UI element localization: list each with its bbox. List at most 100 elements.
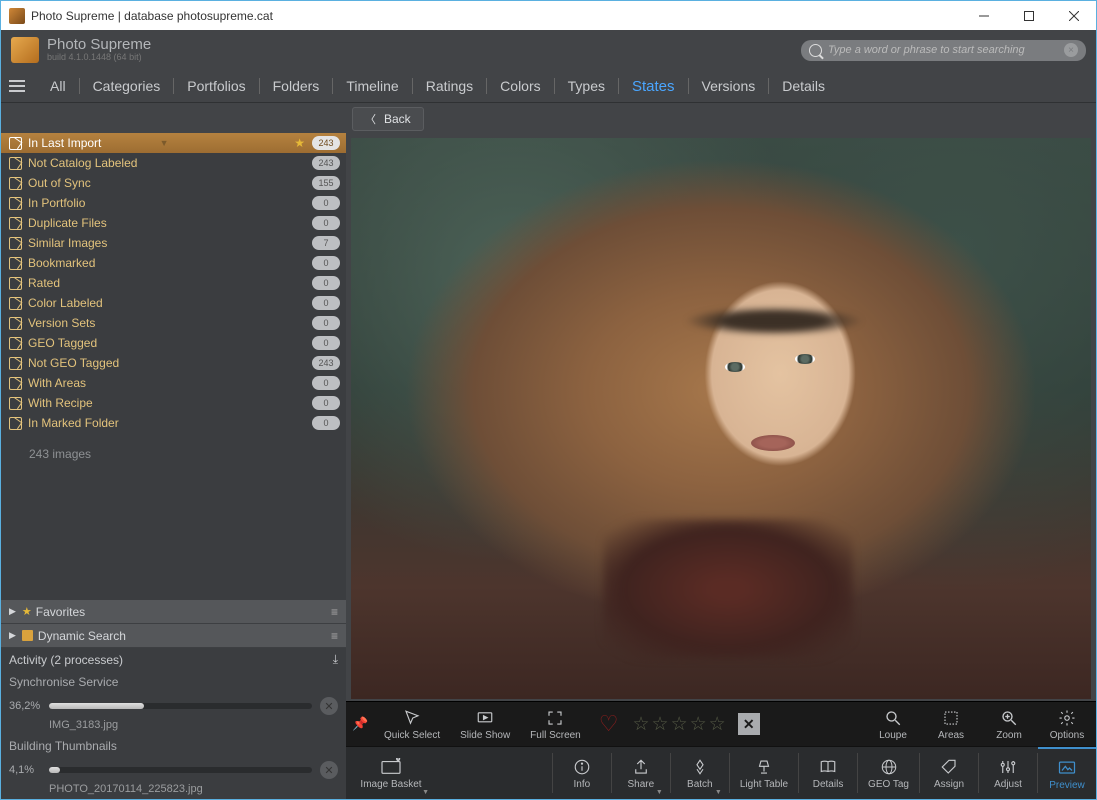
activity-file: IMG_3183.jpg (1, 719, 346, 735)
collapse-icon[interactable]: ⤓ (333, 652, 338, 667)
state-row[interactable]: In Last Import▼★243 (1, 133, 346, 153)
state-row[interactable]: Rated0 (1, 273, 346, 293)
state-row[interactable]: Not Catalog Labeled243 (1, 153, 346, 173)
menu-button[interactable] (9, 80, 25, 92)
checkbox-icon (9, 197, 22, 210)
preview-button[interactable]: Preview (1038, 747, 1096, 799)
loupe-button[interactable]: Loupe (864, 708, 922, 741)
state-count: 0 (312, 376, 340, 390)
back-label: Back (384, 112, 411, 126)
rating-stars[interactable]: ☆ ☆ ☆ ☆ ☆ (632, 713, 725, 736)
panel-menu-icon[interactable]: ≡ (331, 629, 338, 643)
checkbox-icon (9, 297, 22, 310)
state-row[interactable]: With Areas0 (1, 373, 346, 393)
activity-title: Synchronise Service (1, 671, 346, 693)
image-basket-button[interactable]: 0 Image Basket ▼ (346, 747, 436, 799)
reject-button[interactable]: ✕ (738, 713, 760, 735)
share-button[interactable]: Share ▼ (612, 747, 670, 799)
window-minimize-button[interactable] (961, 1, 1006, 30)
zoom-icon (1000, 708, 1018, 728)
tab-versions[interactable]: Versions (689, 70, 769, 102)
viewer-toolbar-bottom: 0 Image Basket ▼ Info (346, 746, 1096, 799)
panel-favorites[interactable]: ▶ ★ Favorites ≡ (1, 600, 346, 624)
panel-favorites-label: Favorites (36, 605, 85, 619)
back-button[interactable]: 〈 Back (352, 107, 424, 131)
star-2[interactable]: ☆ (652, 713, 669, 736)
state-row[interactable]: With Recipe0 (1, 393, 346, 413)
chevron-down-icon: ▼ (422, 789, 429, 796)
tab-colors[interactable]: Colors (487, 70, 553, 102)
window-close-button[interactable] (1051, 1, 1096, 30)
state-row[interactable]: Bookmarked0 (1, 253, 346, 273)
clear-search-icon[interactable]: × (1064, 43, 1078, 57)
search-input[interactable]: Type a word or phrase to start searching… (801, 40, 1086, 61)
tab-portfolios[interactable]: Portfolios (174, 70, 258, 102)
state-label: Bookmarked (28, 256, 168, 270)
image-viewer[interactable] (346, 134, 1096, 701)
state-row[interactable]: Out of Sync155 (1, 173, 346, 193)
state-row[interactable]: In Marked Folder0 (1, 413, 346, 433)
info-icon (573, 757, 591, 777)
full-screen-button[interactable]: Full Screen (520, 708, 591, 741)
slide-show-button[interactable]: Slide Show (450, 708, 520, 741)
state-list: In Last Import▼★243Not Catalog Labeled24… (1, 133, 346, 433)
checkbox-icon (9, 377, 22, 390)
cancel-activity-button[interactable]: ✕ (320, 761, 338, 779)
activity-progress-row: 4,1%✕ (1, 757, 346, 783)
assign-button[interactable]: Assign (920, 747, 978, 799)
pin-icon[interactable]: 📌 (352, 716, 368, 732)
play-icon (476, 708, 494, 728)
tab-folders[interactable]: Folders (260, 70, 333, 102)
back-arrow-icon: 〈 (365, 111, 376, 127)
panel-dynamic-search[interactable]: ▶ Dynamic Search ≡ (1, 624, 346, 648)
cancel-activity-button[interactable]: ✕ (320, 697, 338, 715)
panel-menu-icon[interactable]: ≡ (331, 605, 338, 619)
star-5[interactable]: ☆ (709, 713, 726, 736)
areas-button[interactable]: Areas (922, 708, 980, 741)
adjust-button[interactable]: Adjust (979, 747, 1037, 799)
checkbox-icon (9, 277, 22, 290)
activity-header[interactable]: Activity (2 processes) ⤓ (1, 648, 346, 671)
globe-icon (880, 757, 898, 777)
checkbox-icon (9, 177, 22, 190)
search-placeholder: Type a word or phrase to start searching (828, 44, 1025, 56)
window-maximize-button[interactable] (1006, 1, 1051, 30)
options-button[interactable]: Options (1038, 708, 1096, 741)
tab-types[interactable]: Types (555, 70, 618, 102)
images-summary: 243 images (1, 433, 346, 461)
tab-details[interactable]: Details (769, 70, 838, 102)
state-count: 243 (312, 356, 340, 370)
details-button[interactable]: Details (799, 747, 857, 799)
tab-categories[interactable]: Categories (80, 70, 174, 102)
preview-icon (1057, 758, 1077, 778)
quick-select-button[interactable]: Quick Select (374, 708, 450, 741)
batch-button[interactable]: Batch ▼ (671, 747, 729, 799)
state-row[interactable]: Color Labeled0 (1, 293, 346, 313)
chevron-down-icon[interactable]: ▼ (160, 138, 169, 148)
geo-tag-button[interactable]: GEO Tag (858, 747, 919, 799)
tab-timeline[interactable]: Timeline (333, 70, 411, 102)
state-row[interactable]: GEO Tagged0 (1, 333, 346, 353)
state-label: Rated (28, 276, 168, 290)
state-row[interactable]: Similar Images7 (1, 233, 346, 253)
star-3[interactable]: ☆ (671, 713, 688, 736)
tab-ratings[interactable]: Ratings (413, 70, 486, 102)
state-count: 0 (312, 396, 340, 410)
state-row[interactable]: Version Sets0 (1, 313, 346, 333)
state-count: 0 (312, 216, 340, 230)
tab-all[interactable]: All (37, 70, 79, 102)
tab-states[interactable]: States (619, 70, 688, 102)
light-table-button[interactable]: Light Table (730, 747, 798, 799)
star-4[interactable]: ☆ (690, 713, 707, 736)
info-button[interactable]: Info (553, 747, 611, 799)
state-label: Version Sets (28, 316, 168, 330)
window-title: Photo Supreme | database photosupreme.ca… (31, 9, 273, 23)
star-1[interactable]: ☆ (632, 713, 649, 736)
zoom-button[interactable]: Zoom (980, 708, 1038, 741)
checkbox-icon (9, 217, 22, 230)
state-count: 155 (312, 176, 340, 190)
state-row[interactable]: Not GEO Tagged243 (1, 353, 346, 373)
state-row[interactable]: In Portfolio0 (1, 193, 346, 213)
favorite-heart-icon[interactable]: ♡ (599, 711, 619, 737)
state-row[interactable]: Duplicate Files0 (1, 213, 346, 233)
